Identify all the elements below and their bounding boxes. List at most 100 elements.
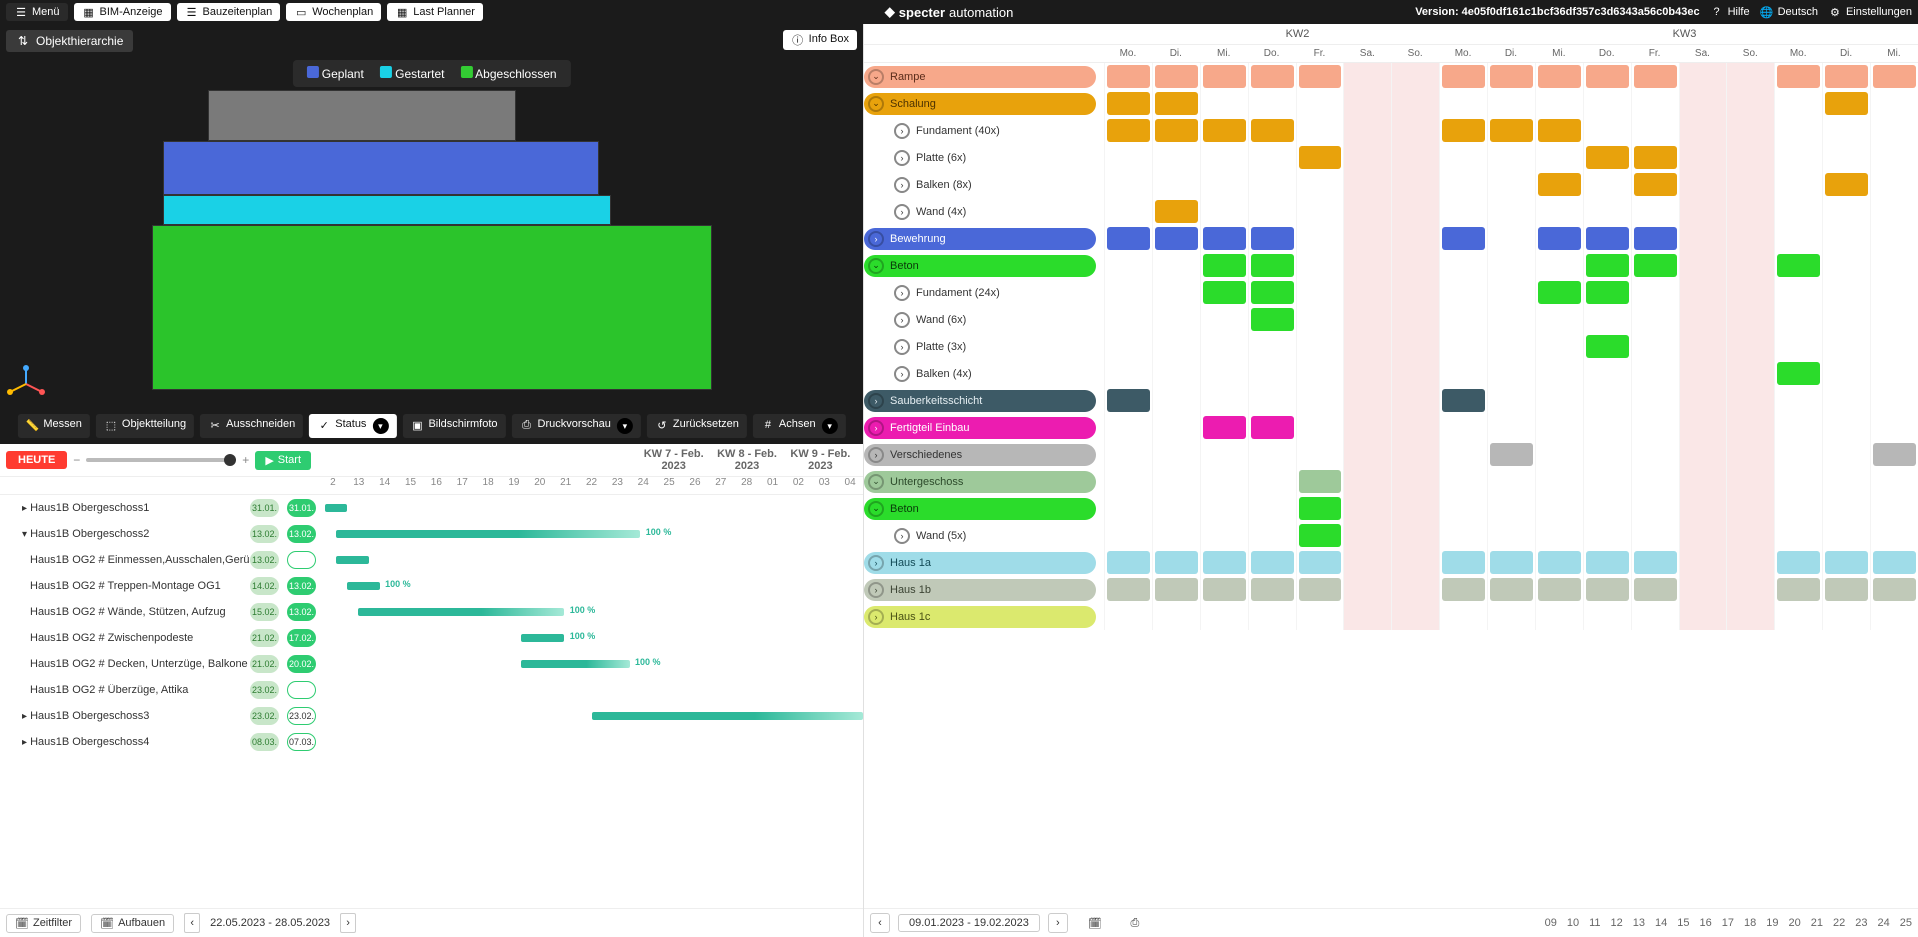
planner-cell[interactable] <box>1631 414 1679 441</box>
planner-cell[interactable] <box>1200 522 1248 549</box>
planner-cell[interactable] <box>1343 90 1391 117</box>
planner-cell[interactable] <box>1583 468 1631 495</box>
planner-cell[interactable] <box>1583 495 1631 522</box>
planner-cell[interactable] <box>1726 279 1774 306</box>
planner-cell[interactable] <box>1726 468 1774 495</box>
language-button[interactable]: 🌐Deutsch <box>1760 5 1818 19</box>
planner-cell[interactable] <box>1631 306 1679 333</box>
info-box-button[interactable]: ⓘ Info Box <box>783 30 857 50</box>
help-button[interactable]: ?Hilfe <box>1710 5 1750 19</box>
planner-cell[interactable] <box>1296 63 1344 90</box>
planner-cell[interactable] <box>1583 387 1631 414</box>
planner-cell[interactable] <box>1200 414 1248 441</box>
planner-cell[interactable] <box>1439 549 1487 576</box>
planner-cell[interactable] <box>1343 279 1391 306</box>
planner-cell[interactable] <box>1870 333 1918 360</box>
planner-cell[interactable] <box>1535 549 1583 576</box>
planner-cell[interactable] <box>1248 198 1296 225</box>
planner-cell[interactable] <box>1200 279 1248 306</box>
planner-cell[interactable] <box>1535 414 1583 441</box>
planner-cell[interactable] <box>1583 144 1631 171</box>
planner-cell[interactable] <box>1200 198 1248 225</box>
planner-cell[interactable] <box>1822 279 1870 306</box>
planner-cell[interactable] <box>1248 117 1296 144</box>
gantt-row[interactable]: ▸ Haus1B Obergeschoss323.02.23.02. <box>0 703 863 729</box>
expand-icon[interactable]: › <box>894 285 910 301</box>
expand-icon[interactable]: › <box>894 366 910 382</box>
kw-number[interactable]: 21 <box>1811 917 1823 929</box>
planner-cell[interactable] <box>1487 63 1535 90</box>
gantt-bar[interactable] <box>358 608 564 616</box>
planner-cell[interactable] <box>1152 279 1200 306</box>
gantt-row[interactable]: Haus1B OG2 # Zwischenpodeste21.02.17.02.… <box>0 625 863 651</box>
planner-cell[interactable] <box>1152 522 1200 549</box>
expand-icon[interactable]: › <box>868 393 884 409</box>
planner-cell[interactable] <box>1248 549 1296 576</box>
planner-cell[interactable] <box>1152 387 1200 414</box>
planner-cell[interactable] <box>1679 414 1727 441</box>
planner-cell[interactable] <box>1104 225 1152 252</box>
task-pill[interactable]: ›Balken (4x) <box>864 363 1096 385</box>
planner-cell[interactable] <box>1439 252 1487 279</box>
zoom-in-icon[interactable]: + <box>242 453 249 467</box>
planner-cell[interactable] <box>1679 252 1727 279</box>
planner-next-button[interactable]: › <box>1048 913 1068 933</box>
task-pill[interactable]: ›Haus 1b <box>864 579 1096 601</box>
planner-cell[interactable] <box>1631 576 1679 603</box>
planner-cell[interactable] <box>1774 225 1822 252</box>
expand-icon[interactable]: › <box>894 528 910 544</box>
planner-cell[interactable] <box>1152 495 1200 522</box>
planner-cell[interactable] <box>1152 198 1200 225</box>
planner-cell[interactable] <box>1774 144 1822 171</box>
expand-icon[interactable]: ⌄ <box>868 96 884 112</box>
planner-cell[interactable] <box>1343 360 1391 387</box>
planner-cell[interactable] <box>1487 576 1535 603</box>
planner-cell[interactable] <box>1535 117 1583 144</box>
planner-cell[interactable] <box>1679 144 1727 171</box>
planner-cell[interactable] <box>1726 252 1774 279</box>
planner-cell[interactable] <box>1104 90 1152 117</box>
planner-cell[interactable] <box>1583 522 1631 549</box>
status-dropdown-icon[interactable]: ▾ <box>372 418 388 434</box>
gantt-row[interactable]: ▸ Haus1B Obergeschoss131.01.31.01. <box>0 495 863 521</box>
task-pill[interactable]: ⌄Schalung <box>864 93 1096 115</box>
planner-cell[interactable] <box>1296 603 1344 630</box>
planner-cell[interactable] <box>1726 117 1774 144</box>
planner-cell[interactable] <box>1774 171 1822 198</box>
expand-icon[interactable]: › <box>894 150 910 166</box>
planner-cell[interactable] <box>1774 306 1822 333</box>
zeitfilter-button[interactable]: 🗓Zeitfilter <box>6 914 81 933</box>
planner-cell[interactable] <box>1439 441 1487 468</box>
planner-cell[interactable] <box>1870 198 1918 225</box>
expand-icon[interactable]: ▸ <box>22 711 27 722</box>
planner-cell[interactable] <box>1774 90 1822 117</box>
planner-cell[interactable] <box>1248 252 1296 279</box>
planner-cell[interactable] <box>1296 144 1344 171</box>
reset-button[interactable]: ↺Zurücksetzen <box>647 414 747 438</box>
planner-cell[interactable] <box>1296 117 1344 144</box>
planner-cell[interactable] <box>1535 225 1583 252</box>
planner-cell[interactable] <box>1248 144 1296 171</box>
planner-cell[interactable] <box>1200 495 1248 522</box>
planner-cell[interactable] <box>1822 468 1870 495</box>
planner-daterange[interactable]: 09.01.2023 - 19.02.2023 <box>898 914 1040 932</box>
planner-cell[interactable] <box>1583 549 1631 576</box>
planner-cell[interactable] <box>1774 387 1822 414</box>
planner-cell[interactable] <box>1391 90 1439 117</box>
gantt-prev-button[interactable]: ‹ <box>184 913 200 933</box>
start-button[interactable]: ▶Start <box>255 451 311 470</box>
planner-cell[interactable] <box>1726 603 1774 630</box>
planner-cell[interactable] <box>1679 63 1727 90</box>
task-pill[interactable]: ⌄Untergeschoss <box>864 471 1096 493</box>
kw-number[interactable]: 19 <box>1766 917 1778 929</box>
planner-cell[interactable] <box>1870 441 1918 468</box>
planner-cell[interactable] <box>1104 495 1152 522</box>
planner-cell[interactable] <box>1726 414 1774 441</box>
planner-cell[interactable] <box>1870 225 1918 252</box>
kw-number[interactable]: 18 <box>1744 917 1756 929</box>
planner-cell[interactable] <box>1870 549 1918 576</box>
kw-number[interactable]: 23 <box>1855 917 1867 929</box>
planner-cell[interactable] <box>1679 441 1727 468</box>
planner-cell[interactable] <box>1104 306 1152 333</box>
planner-cell[interactable] <box>1296 414 1344 441</box>
